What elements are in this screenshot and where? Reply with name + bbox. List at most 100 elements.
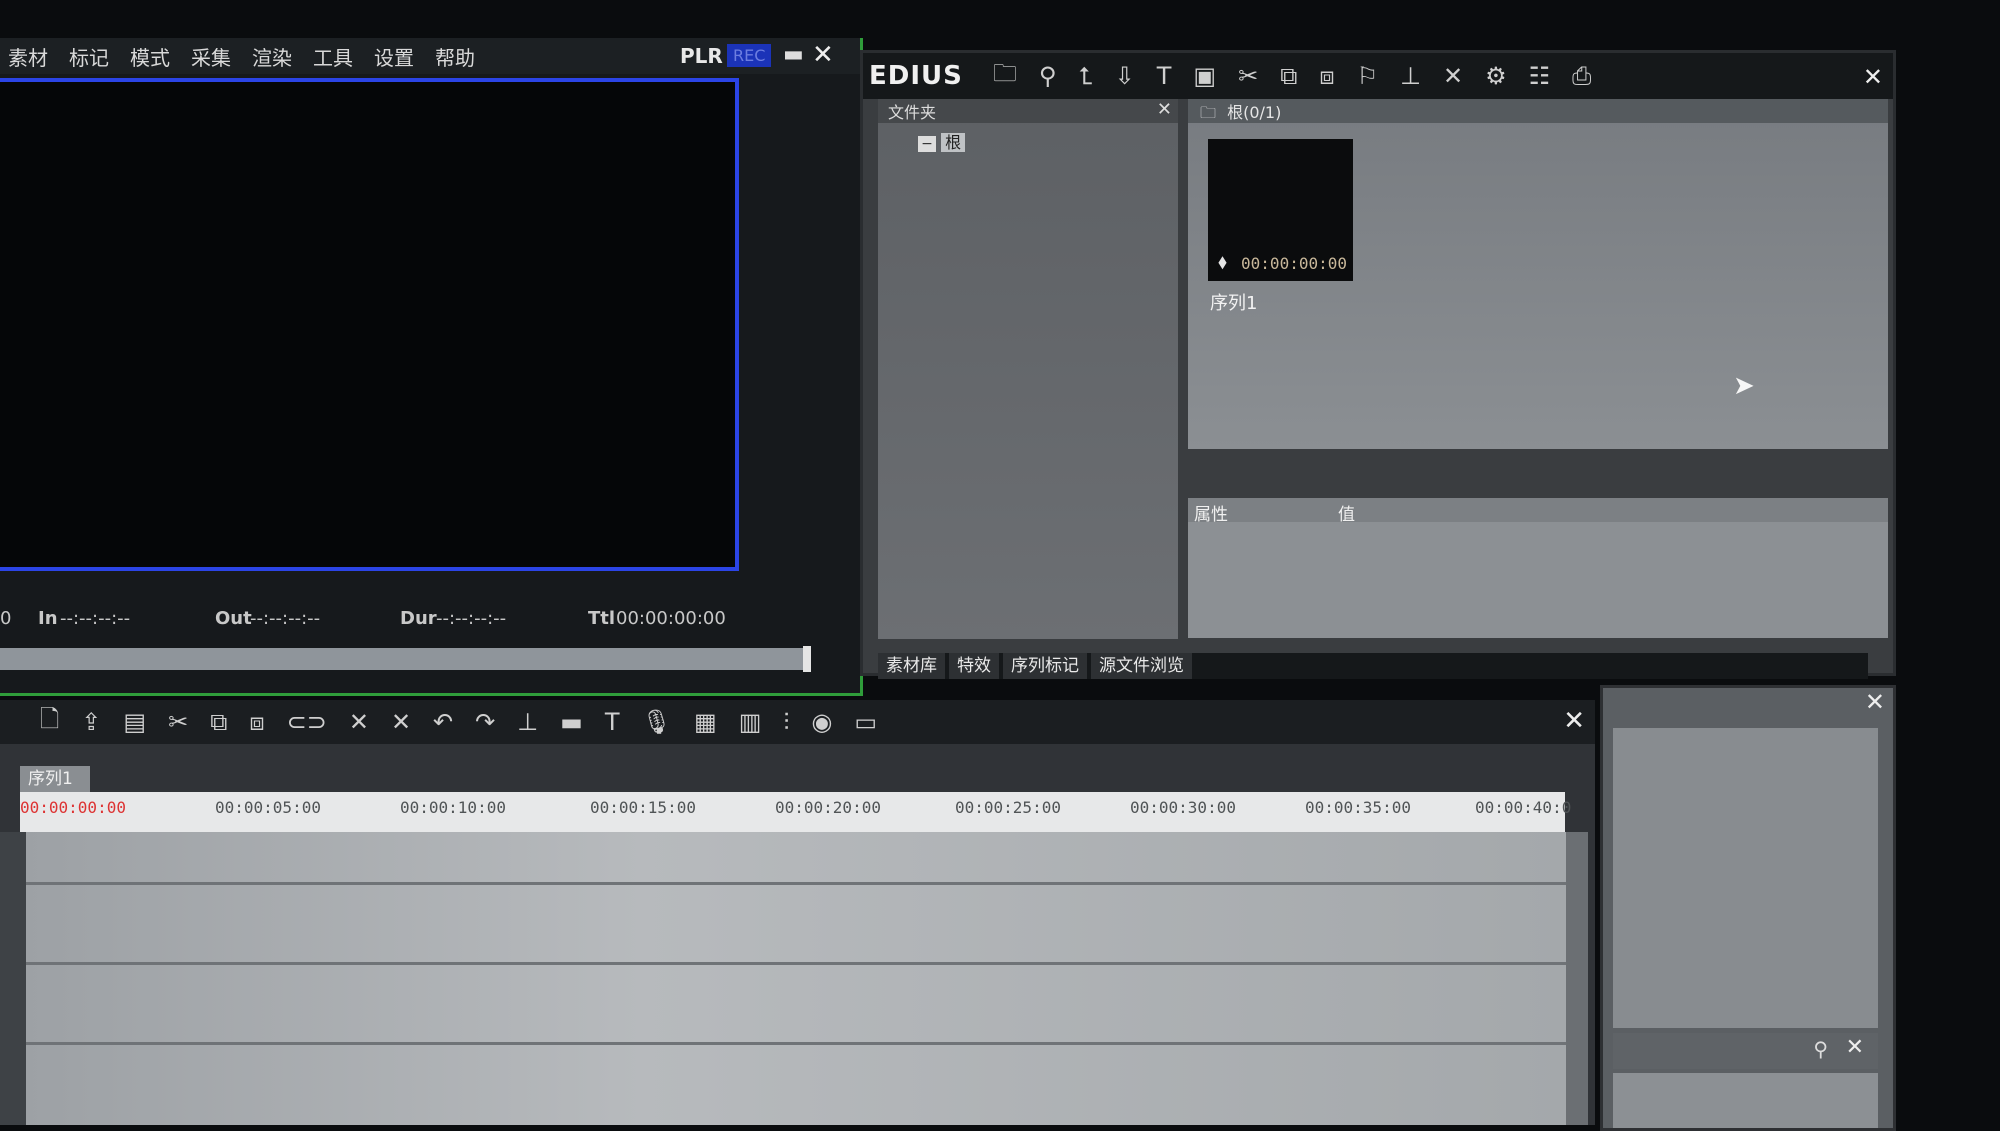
rec-button[interactable]: REC [727,44,772,67]
plr-button[interactable]: PLR [680,44,723,68]
side-panel-lower [1613,1073,1878,1128]
delete-icon[interactable]: ✕ [1443,62,1463,90]
audio-mixer-icon[interactable]: ⫶ [783,708,789,736]
close-icon[interactable]: ✕ [1846,1035,1864,1060]
properties-header: 属性 值 [1188,498,1888,525]
track-divider [26,882,1566,885]
cut-icon[interactable]: ✂ [1238,62,1258,90]
track-divider [26,1042,1566,1045]
collapse-icon[interactable]: − [918,136,936,152]
out-value[interactable]: --:--:--:-- [250,608,320,629]
timecode-leading: 0 [0,608,12,629]
ttl-value: 00:00:00:00 [616,608,726,629]
grid-icon[interactable]: ▥ [739,708,762,736]
edius-logo: EDIUS [869,61,963,91]
prop-value-header[interactable]: 值 [1338,500,1355,525]
folder-root[interactable]: − 根 [918,129,968,153]
import-icon[interactable]: ⇩ [1115,62,1135,90]
ruler-label: 00:00:35:00 [1305,798,1411,817]
close-icon[interactable]: ✕ [1865,688,1885,716]
ruler-icon[interactable]: ▬ [560,708,583,736]
new-sequence-icon[interactable]: 🗋 [40,702,59,743]
view-icon[interactable]: ☷ [1529,62,1551,90]
properties-icon[interactable]: ⚙ [1485,62,1507,90]
timeline-toolbar: 🗋 ⇪ ▤ ✂ ⧉ ⧈ ⊂⊃ ✕ ✕ ↶ ↷ ⊥ ▬ T 🎙 ▦ ▥ ⫶ ◉ ▭… [0,700,1595,744]
menu-clip[interactable]: 素材 [8,42,48,71]
timeline-scrollbar[interactable] [1566,832,1588,1125]
player-window: 素材 标记 模式 采集 渲染 工具 设置 帮助 PLR REC ▬ ✕ 0 In… [0,38,863,732]
clip-header: 🗀 根(0/1) [1188,99,1888,123]
title-icon[interactable]: T [605,708,620,736]
layout-icon[interactable]: ▭ [854,708,877,736]
folder-icon[interactable]: 🗀 [993,56,1017,97]
timecode-bar: 0 In --:--:--:-- Out --:--:--:-- Dur --:… [0,608,760,638]
side-panel-toolbar: ⚲ ✕ [1613,1033,1878,1069]
tab-source-browser[interactable]: 源文件浏览 [1091,653,1192,679]
sequence-icon: ⬧ [1218,249,1227,273]
close-icon[interactable]: ✕ [1157,99,1172,120]
dur-value[interactable]: --:--:--:-- [436,608,506,629]
clip-header-label: 根(0/1) [1227,103,1282,122]
tab-effects[interactable]: 特效 [949,653,999,679]
close-icon[interactable]: ✕ [1563,706,1585,736]
ruler-label: 00:00:10:00 [400,798,506,817]
redo-icon[interactable]: ↷ [475,708,495,736]
menu-render[interactable]: 渲染 [252,42,292,71]
ruler-label: 00:00:30:00 [1130,798,1236,817]
open-project-icon[interactable]: ⇪ [81,708,101,736]
ruler-label: 00:00:05:00 [215,798,321,817]
tab-bin[interactable]: 素材库 [878,653,945,679]
save-icon[interactable]: ▤ [123,708,146,736]
paste-icon[interactable]: ⧈ [249,708,264,736]
undo-icon[interactable]: ↶ [433,708,453,736]
tab-sequence-markers[interactable]: 序列标记 [1003,653,1087,679]
folder-pane: 文件夹 ✕ − 根 [878,99,1178,639]
export-icon[interactable]: ▦ [694,708,717,736]
export-icon[interactable]: ⎙ [1572,62,1591,90]
link-icon[interactable]: ⊂⊃ [287,708,327,736]
copy-icon[interactable]: ⧉ [210,708,227,736]
folder-root-label: 根 [941,133,966,152]
pin-icon[interactable]: ⚲ [1813,1037,1828,1061]
monitor-icon[interactable]: ▣ [1193,62,1216,90]
add-to-timeline-icon[interactable]: ⊥ [1400,62,1421,90]
microphone-icon[interactable]: 🎙 [642,708,672,736]
close-icon[interactable]: ✕ [812,40,834,70]
track-area[interactable] [26,832,1566,1125]
slider-thumb[interactable] [803,646,811,672]
out-label: Out [215,608,252,629]
menu-settings[interactable]: 设置 [374,42,414,71]
cut-icon[interactable]: ✂ [168,708,188,736]
folder-header: 文件夹 ✕ [878,99,1178,123]
ripple-delete-icon[interactable]: ✕ [391,708,411,736]
menu-marker[interactable]: 标记 [69,42,109,71]
marker-icon[interactable]: ⚐ [1357,62,1379,90]
track-header-column [0,832,26,1125]
color-icon[interactable]: ◉ [811,708,832,736]
clip-thumbnail[interactable]: ⬧ 00:00:00:00 [1208,139,1353,281]
minimize-icon[interactable]: ▬ [783,42,804,67]
up-folder-icon[interactable]: ⮤ [1078,62,1092,90]
properties-pane: 属性 值 [1188,498,1888,638]
title-icon[interactable]: T [1157,62,1172,90]
add-cut-icon[interactable]: ⊥ [517,708,538,736]
copy-icon[interactable]: ⧉ [1280,62,1297,90]
track-divider [26,962,1566,965]
menu-capture[interactable]: 采集 [191,42,231,71]
delete-icon[interactable]: ✕ [349,708,369,736]
search-icon[interactable]: ⚲ [1039,62,1057,90]
side-panel-content [1613,728,1878,1028]
ruler-label: 00:00:40:0 [1475,798,1572,817]
prop-attr-header[interactable]: 属性 [1194,500,1228,525]
clip-label: 序列1 [1210,293,1258,314]
menu-mode[interactable]: 模式 [130,42,170,71]
paste-icon[interactable]: ⧈ [1319,62,1334,90]
timeline-ruler[interactable]: 00:00:00:00 00:00:05:00 00:00:10:00 00:0… [20,792,1571,832]
sequence-tab[interactable]: 序列1 [20,766,90,792]
menu-tools[interactable]: 工具 [313,42,353,71]
ruler-label: 00:00:20:00 [775,798,881,817]
menu-help[interactable]: 帮助 [435,42,475,71]
position-slider[interactable] [0,646,811,672]
in-value[interactable]: --:--:--:-- [60,608,130,629]
close-icon[interactable]: ✕ [1863,63,1883,91]
